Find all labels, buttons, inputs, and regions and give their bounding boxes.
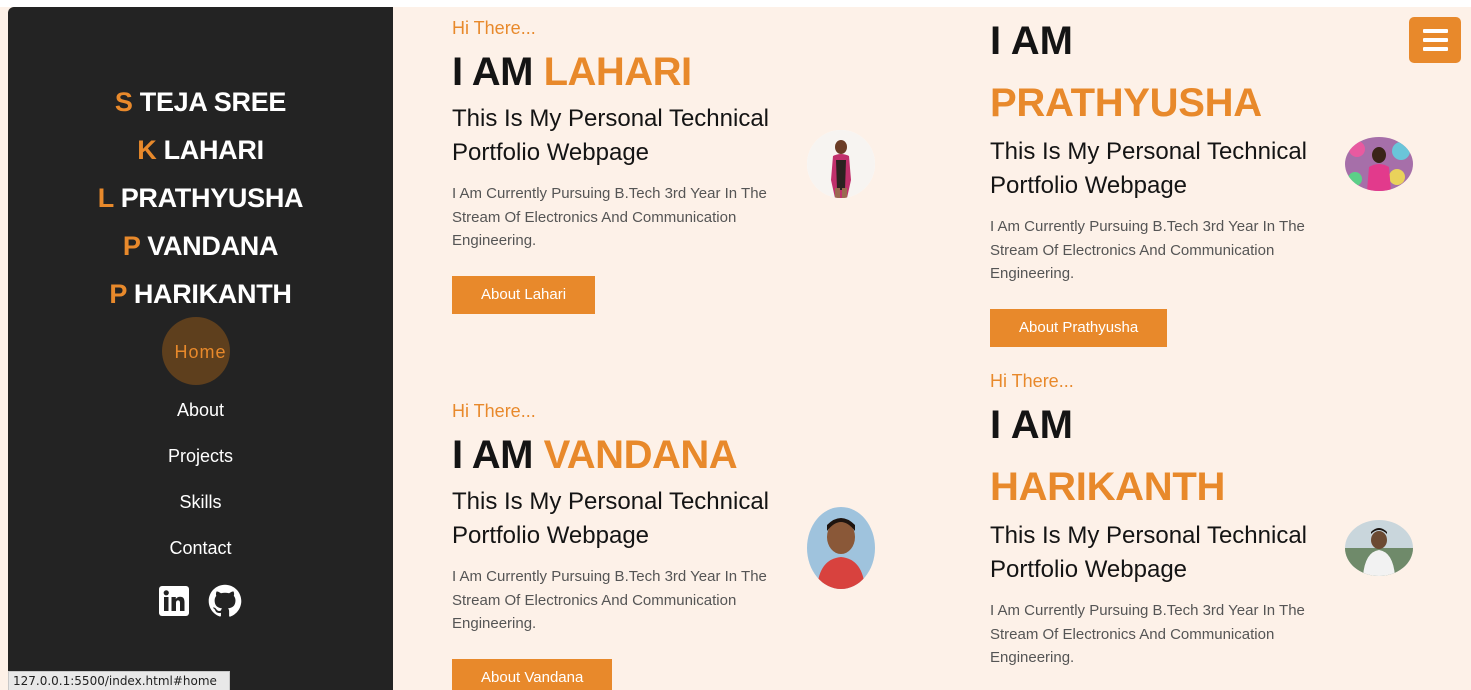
linkedin-icon[interactable] (159, 586, 190, 621)
profile-card-vandana: Hi There... I AM VANDANA This Is My Pers… (452, 400, 792, 690)
avatar (1345, 137, 1413, 191)
tagline: This Is My Personal Technical Portfolio … (452, 105, 770, 166)
intro-heading: I AM VANDANA (452, 433, 738, 477)
greeting: Hi There... (990, 371, 1074, 391)
avatar (807, 507, 875, 589)
description: I Am Currently Pursuing B.Tech 3rd Year … (990, 602, 1305, 666)
description: I Am Currently Pursuing B.Tech 3rd Year … (452, 568, 767, 632)
hamburger-menu-icon[interactable] (1409, 17, 1461, 63)
profile-card-lahari: Hi There... I AM LAHARI This Is My Perso… (452, 17, 792, 314)
social-links (8, 584, 393, 618)
sidebar-nav: Home About Projects Skills Contact (8, 317, 393, 571)
avatar (1345, 520, 1413, 576)
greeting: Hi There... (452, 401, 536, 421)
profile-name: HARIKANTH (990, 465, 1226, 509)
tagline: This Is My Personal Technical Portfolio … (990, 522, 1308, 583)
description: I Am Currently Pursuing B.Tech 3rd Year … (452, 185, 767, 249)
profile-card-prathyusha: I AM PRATHYUSHA This Is My Personal Tech… (990, 17, 1330, 347)
profile-name: PRATHYUSHA (990, 81, 1262, 125)
description: I Am Currently Pursuing B.Tech 3rd Year … (990, 218, 1305, 282)
status-bar-url: 127.0.0.1:5500/index.html#home (8, 671, 230, 690)
avatar (807, 130, 875, 198)
nav-item-about[interactable]: About (8, 387, 393, 433)
sidebar: S TEJA SREE K LAHARI L PRATHYUSHA P VAND… (8, 7, 393, 690)
nav-item-projects[interactable]: Projects (8, 433, 393, 479)
intro-heading: I AM (990, 19, 1073, 63)
about-vandana-button[interactable]: About Vandana (452, 658, 613, 690)
member-name: S TEJA SREE (114, 87, 287, 117)
tagline: This Is My Personal Technical Portfolio … (990, 138, 1308, 199)
nav-item-skills[interactable]: Skills (8, 479, 393, 525)
top-strip (0, 0, 1471, 7)
member-name: L PRATHYUSHA (97, 183, 304, 213)
member-name: K LAHARI (137, 135, 264, 165)
about-prathyusha-button[interactable]: About Prathyusha (990, 308, 1168, 347)
nav-item-home[interactable]: Home (8, 317, 393, 387)
intro-heading: I AM (990, 403, 1073, 447)
about-lahari-button[interactable]: About Lahari (452, 275, 596, 314)
team-member-list: S TEJA SREE K LAHARI L PRATHYUSHA P VAND… (8, 85, 393, 325)
intro-heading: I AM LAHARI (452, 50, 692, 94)
nav-item-contact[interactable]: Contact (8, 525, 393, 571)
github-icon[interactable] (208, 584, 242, 623)
greeting: Hi There... (452, 18, 536, 38)
member-name: P VANDANA (122, 231, 279, 261)
tagline: This Is My Personal Technical Portfolio … (452, 488, 770, 549)
profile-card-harikanth: Hi There... I AM HARIKANTH This Is My Pe… (990, 370, 1330, 670)
